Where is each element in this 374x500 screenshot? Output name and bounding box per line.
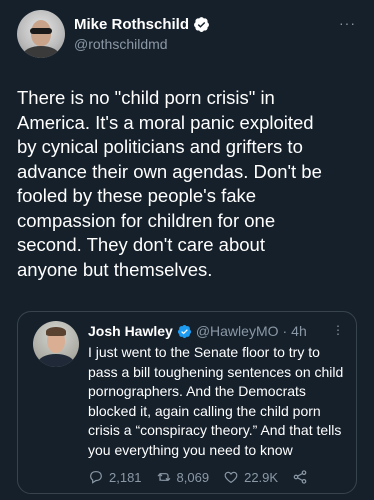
avatar-suit [38,354,74,367]
avatar-shirt [23,46,59,58]
more-options-icon[interactable]: ··· [339,16,356,30]
verified-badge-icon [193,16,210,33]
author-name[interactable]: Mike Rothschild [74,16,189,33]
author-avatar[interactable] [17,10,65,58]
author-name-row: Mike Rothschild [74,15,210,33]
retweet-count: 8,069 [176,469,210,485]
like-count: 22.9K [244,469,279,485]
like-action[interactable]: 22.9K [223,469,278,485]
tweet: Mike Rothschild @rothschildmd ··· There … [0,0,374,500]
tweet-text: There is no "child porn crisis" in Ameri… [17,87,322,280]
retweet-action[interactable]: 8,069 [156,469,210,485]
reply-icon [90,471,102,484]
avatar-hair [46,327,66,336]
reply-action[interactable]: 2,181 [88,469,142,485]
heart-icon [224,471,238,484]
quoted-author-handle[interactable]: @HawleyMO [196,323,279,339]
share-icon [293,470,307,484]
quoted-stats-bar: 2,181 8,069 22.9K [88,467,322,487]
quoted-tweet[interactable]: Josh Hawley @HawleyMO · 4h ⋮ I just went… [17,311,357,494]
quoted-author-avatar[interactable] [33,321,79,367]
author-handle[interactable]: @rothschildmd [74,36,168,52]
retweet-icon [157,473,170,481]
avatar-glasses [30,28,52,34]
quoted-header: Josh Hawley @HawleyMO · 4h [88,322,307,340]
reply-count: 2,181 [109,469,142,485]
quoted-timestamp[interactable]: 4h [291,323,307,339]
share-action[interactable] [292,469,308,485]
verified-badge-icon [177,324,192,339]
quoted-author-name[interactable]: Josh Hawley [88,323,173,339]
quoted-tweet-text: I just went to the Senate floor to try t… [88,344,344,458]
dot-separator: · [282,323,288,339]
quoted-more-options-icon[interactable]: ⋮ [332,324,344,336]
